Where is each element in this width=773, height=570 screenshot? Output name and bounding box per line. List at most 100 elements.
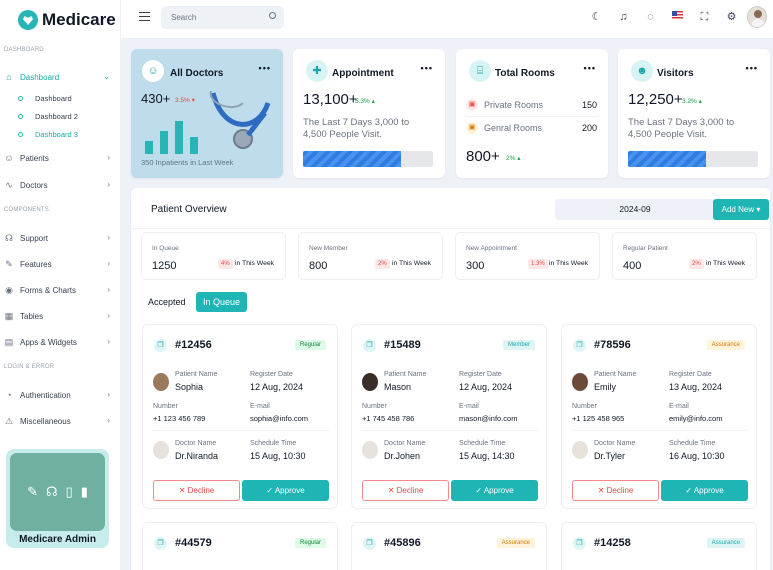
- sidebar-item-features[interactable]: ✎ Features ›: [4, 255, 112, 273]
- patient-tag: Regular: [294, 340, 326, 350]
- patient-id: #15489: [384, 339, 421, 351]
- patient-tag: Regular: [294, 538, 326, 548]
- decline-button[interactable]: ✕ Decline: [362, 480, 449, 501]
- brand-logo[interactable]: Medicare: [18, 10, 116, 30]
- label-schedule-time: Schedule Time: [669, 440, 716, 447]
- more-options-icon[interactable]: •••: [584, 63, 596, 73]
- syringe-icon: ✎: [27, 484, 39, 499]
- sidebar-item-label: Doctors: [20, 180, 48, 190]
- sidebar-item-miscellaneous[interactable]: ⚠ Miscellaneous ›: [4, 412, 112, 430]
- menu-toggle-icon[interactable]: [139, 12, 150, 21]
- more-options-icon[interactable]: •••: [259, 63, 271, 73]
- sidebar-item-label: Dashboard: [20, 72, 60, 82]
- edit-icon: ✎: [5, 258, 13, 269]
- patient-name: Sophia: [175, 382, 204, 392]
- label-patient-name: Patient Name: [384, 371, 427, 378]
- bed-icon: ⌸: [469, 60, 491, 82]
- decline-button[interactable]: ✕ Decline: [572, 480, 659, 501]
- stat-card-total-rooms: ⌸ Total Rooms ••• ▣ Private Rooms 150 ▣ Ge…: [456, 49, 608, 178]
- progress-bar: [303, 151, 433, 167]
- more-options-icon[interactable]: •••: [421, 63, 433, 73]
- approve-button[interactable]: ✓ Approve: [661, 480, 748, 501]
- chat-icon[interactable]: ◌: [644, 11, 657, 24]
- bell-icon[interactable]: ♫: [617, 11, 630, 24]
- label-doctor-name: Doctor Name: [175, 440, 217, 447]
- metric-badge: 1.3%: [528, 259, 548, 269]
- approve-button[interactable]: ✓ Approve: [242, 480, 329, 501]
- user-avatar[interactable]: [747, 6, 767, 28]
- search-placeholder: Search: [171, 13, 197, 22]
- fullscreen-icon[interactable]: ⛶: [698, 11, 711, 24]
- moon-icon[interactable]: ☾: [590, 11, 603, 24]
- heart-logo-icon: [18, 10, 38, 30]
- copy-icon: ❐: [363, 537, 376, 550]
- stat-card-all-doctors: ☺ All Doctors ••• 430+ 3.5% ▾ 350 Inpati…: [131, 49, 283, 178]
- schedule-time: 15 Aug, 10:30: [250, 451, 306, 461]
- patient-overview-panel: Patient Overview 2024-09 Add New ▾ In Qu…: [131, 188, 770, 570]
- sidebar-subitem-dashboard[interactable]: Dashboard: [18, 94, 72, 103]
- sidebar-subitem-dashboard-2[interactable]: Dashboard 2: [18, 112, 78, 121]
- chevron-right-icon: ›: [107, 153, 110, 162]
- sidebar-item-support[interactable]: ☊ Support ›: [4, 229, 112, 247]
- metric-value: 1250: [152, 260, 177, 272]
- stat-change: 5.3% ▴: [355, 98, 375, 105]
- divider: [362, 430, 538, 431]
- divider: [131, 228, 770, 229]
- stat-change: 3.5% ▾: [175, 97, 195, 104]
- more-options-icon[interactable]: •••: [746, 63, 758, 73]
- sidebar: Medicare DASHBOARD ⌂ Dashboard ⌄ Dashboa…: [0, 0, 121, 570]
- copy-icon: ❐: [573, 339, 586, 352]
- stat-title: Appointment: [332, 68, 394, 79]
- doctor-avatar: [153, 441, 169, 459]
- sidebar-item-dashboard[interactable]: ⌂ Dashboard ⌄: [4, 68, 112, 86]
- chevron-right-icon: ›: [107, 311, 110, 320]
- sidebar-item-forms-charts[interactable]: ◉ Forms & Charts ›: [4, 281, 112, 299]
- phone-number: +1 123 456 789: [153, 414, 206, 423]
- stethoscope-illustration: [209, 90, 271, 149]
- label-schedule-time: Schedule Time: [459, 440, 506, 447]
- metric-in-queue: In Queue 1250 4% in This Week: [141, 232, 286, 280]
- general-rooms-row: ▣ Genral Rooms: [466, 122, 542, 134]
- section-title-dashboard: DASHBOARD: [4, 47, 44, 53]
- admin-card[interactable]: ✎ ☊ ▯ ▮ Medicare Admin: [6, 449, 109, 548]
- approve-button[interactable]: ✓ Approve: [451, 480, 538, 501]
- patient-avatar: [572, 373, 588, 391]
- search-icon: [269, 12, 276, 19]
- label-number: Number: [153, 403, 178, 410]
- sidebar-item-authentication[interactable]: ◔ Authentication ›: [4, 386, 112, 404]
- sidebar-item-patients[interactable]: ☺ Patients ›: [4, 149, 112, 167]
- email: sophia@info.com: [250, 414, 309, 423]
- decline-button[interactable]: ✕ Decline: [153, 480, 240, 501]
- sidebar-item-tables[interactable]: ▦ Tables ›: [4, 307, 112, 325]
- tab-accepted[interactable]: Accepted: [141, 292, 193, 312]
- sidebar-item-label: Patients: [20, 153, 49, 163]
- table-icon: ▦: [4, 310, 14, 321]
- grid-icon: ▤: [4, 336, 14, 347]
- general-rooms-value: 200: [582, 123, 598, 133]
- sidebar-item-label: Support: [20, 233, 49, 243]
- sidebar-subitem-dashboard-3[interactable]: Dashboard 3: [18, 130, 78, 139]
- metric-label: In Queue: [152, 245, 179, 252]
- medical-bag-icon: ✚: [306, 60, 328, 82]
- search-input[interactable]: Search: [161, 6, 284, 29]
- chevron-right-icon: ›: [107, 259, 110, 268]
- flag-us-icon[interactable]: [671, 11, 684, 24]
- tab-in-queue[interactable]: In Queue: [196, 292, 248, 312]
- sidebar-item-apps-widgets[interactable]: ▤ Apps & Widgets ›: [4, 333, 112, 351]
- room-icon: ▣: [466, 122, 478, 134]
- patient-card: ❐ #45896 Assurance: [351, 522, 547, 570]
- add-new-button[interactable]: Add New ▾: [713, 199, 769, 220]
- month-picker[interactable]: 2024-09: [555, 199, 715, 220]
- settings-sliders-icon[interactable]: ⚙: [725, 11, 738, 24]
- stethoscope-icon: ☊: [46, 484, 58, 499]
- schedule-time: 15 Aug, 14:30: [459, 451, 515, 461]
- patient-name: Emily: [594, 382, 616, 392]
- patient-tag: Assurance: [706, 340, 745, 350]
- metric-label: Regular Patient: [623, 245, 668, 252]
- sidebar-item-doctors[interactable]: ∿ Doctors ›: [4, 176, 112, 194]
- section-title-components: COMPONENTS: [4, 207, 50, 213]
- divider: [466, 116, 598, 117]
- label-patient-name: Patient Name: [175, 371, 218, 378]
- stat-value: 430+: [141, 91, 171, 106]
- main-content: ☺ All Doctors ••• 430+ 3.5% ▾ 350 Inpati…: [121, 38, 773, 570]
